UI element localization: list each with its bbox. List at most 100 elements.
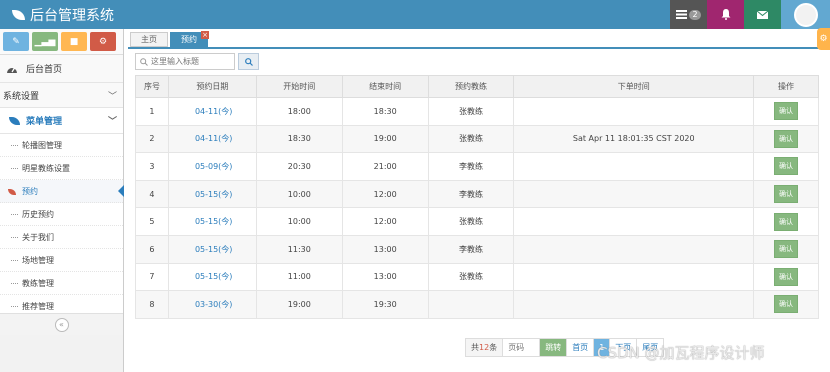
signal-shortcut-button[interactable]: ▁▃▅: [32, 32, 58, 51]
notifications-button[interactable]: [707, 0, 744, 29]
first-page-link[interactable]: 首页: [566, 338, 595, 357]
tab-underline: [128, 47, 830, 49]
cell-date-link[interactable]: 04-11(今): [167, 97, 257, 126]
user-menu[interactable]: [781, 0, 830, 29]
cogs-shortcut-button[interactable]: ⚙: [90, 32, 116, 51]
cell-end: 21:00: [341, 152, 429, 181]
users-shortcut-button[interactable]: ■: [61, 32, 87, 51]
search-input[interactable]: [151, 57, 231, 66]
close-icon[interactable]: ×: [201, 31, 209, 39]
sidebar-subitem[interactable]: 轮播图管理: [0, 134, 123, 157]
table-row: 6 05-15(今) 11:30 13:00 李教练 确认: [135, 234, 819, 264]
chevron-down-icon: ﹀: [107, 91, 117, 102]
cell-order-time: [513, 234, 755, 264]
cell-end: 12:00: [341, 179, 429, 209]
sidebar-subitem-label: 明星教练设置: [22, 163, 70, 173]
column-header[interactable]: 结束时间: [341, 75, 429, 98]
sidebar-item-home[interactable]: 后台首页: [0, 55, 123, 83]
sidebar-subitem-label: 预约: [22, 186, 38, 196]
tree-line: [11, 306, 18, 307]
sidebar-subitem-active[interactable]: 预约: [0, 180, 124, 203]
sidebar-subitem[interactable]: 场地管理: [0, 249, 123, 272]
cell-order-time: [513, 290, 755, 319]
cog-icon[interactable]: ⚙: [817, 28, 830, 50]
total-suffix: 条: [489, 343, 498, 352]
confirm-button[interactable]: 确认: [774, 102, 799, 121]
tree-line: [11, 168, 18, 169]
cell-start: 11:30: [255, 234, 343, 264]
cell-end: 13:00: [341, 234, 429, 264]
messages-button[interactable]: 2: [670, 0, 707, 29]
tab-home[interactable]: 主页: [130, 32, 168, 47]
cell-no: 5: [135, 207, 169, 236]
total-prefix: 共: [471, 343, 479, 352]
cell-start: 20:30: [255, 152, 343, 181]
tree-line: [11, 237, 18, 238]
confirm-button[interactable]: 确认: [774, 157, 799, 176]
cell-date-link[interactable]: 05-09(今): [167, 152, 257, 181]
tab-label: 预约: [181, 35, 197, 44]
go-button[interactable]: 跳转: [539, 338, 568, 357]
cell-coach: [427, 290, 515, 319]
cell-no: 7: [135, 262, 169, 292]
cell-start: 18:00: [255, 97, 343, 126]
table-row: 5 05-15(今) 10:00 12:00 张教练 确认: [135, 207, 819, 236]
sidebar-item-system-settings[interactable]: 系统设置 ﹀: [0, 83, 123, 108]
confirm-button[interactable]: 确认: [774, 267, 799, 286]
sidebar-subitem[interactable]: 教练管理: [0, 272, 123, 295]
cell-coach: 李教练: [427, 179, 515, 209]
sidebar-subitem[interactable]: 历史预约: [0, 203, 123, 226]
total-number: 12: [479, 343, 490, 352]
pencil-icon: ✎: [12, 36, 20, 47]
confirm-button[interactable]: 确认: [774, 240, 799, 259]
table-row: 1 04-11(今) 18:00 18:30 张教练 确认: [135, 97, 819, 126]
sidebar-subitem[interactable]: 明星教练设置: [0, 157, 123, 180]
cell-date-link[interactable]: 05-15(今): [167, 262, 257, 292]
cell-order-time: [513, 207, 755, 236]
column-header[interactable]: 序号: [135, 75, 169, 98]
cell-date-link[interactable]: 04-11(今): [167, 124, 257, 154]
column-header[interactable]: 下单时间: [513, 75, 755, 98]
bell-icon: [721, 9, 730, 20]
confirm-button[interactable]: 确认: [774, 185, 799, 204]
confirm-button[interactable]: 确认: [774, 295, 799, 314]
sidebar-subitem-label: 轮播图管理: [22, 140, 62, 150]
cell-coach: 李教练: [427, 152, 515, 181]
brand[interactable]: 后台管理系统: [12, 5, 114, 25]
cell-end: 18:30: [341, 97, 429, 126]
cell-date-link[interactable]: 05-15(今): [167, 179, 257, 209]
column-header[interactable]: 开始时间: [255, 75, 343, 98]
cell-action: 确认: [753, 97, 819, 126]
top-navbar: 后台管理系统 2: [0, 0, 830, 29]
confirm-button[interactable]: 确认: [774, 129, 799, 148]
tab-bar: 主页 预约 ×: [130, 31, 209, 47]
column-header[interactable]: 预约教练: [427, 75, 515, 98]
cell-order-time: [513, 262, 755, 292]
double-chevron-left-icon[interactable]: «: [54, 317, 69, 332]
message-count-badge: 2: [689, 9, 701, 20]
sidebar-subitem-label: 关于我们: [22, 232, 54, 242]
search-icon: [140, 57, 148, 66]
sidebar-item-label: 菜单管理: [26, 117, 63, 127]
sidebar-subitem-label: 教练管理: [22, 278, 54, 288]
mail-button[interactable]: [744, 0, 781, 29]
leaf-icon: [8, 189, 16, 195]
sidebar-collapse-bar: «: [0, 313, 123, 335]
sidebar-item-menu-management[interactable]: 菜单管理 ﹀: [0, 108, 123, 134]
tachometer-icon: [7, 67, 17, 73]
cell-date-link[interactable]: 03-30(今): [167, 290, 257, 319]
pencil-shortcut-button[interactable]: ✎: [3, 32, 29, 51]
cell-date-link[interactable]: 05-15(今): [167, 207, 257, 236]
envelope-icon: [757, 10, 768, 19]
sidebar-subitem[interactable]: 关于我们: [0, 226, 123, 249]
cell-start: 10:00: [255, 207, 343, 236]
tab-booking[interactable]: 预约 ×: [170, 31, 209, 47]
column-header[interactable]: 操作: [753, 75, 819, 98]
leaf-icon: [9, 116, 20, 125]
page-number-input[interactable]: [508, 343, 535, 352]
confirm-button[interactable]: 确认: [774, 212, 799, 231]
cell-date-link[interactable]: 05-15(今): [167, 234, 257, 264]
search-button[interactable]: [238, 53, 259, 70]
column-header[interactable]: 预约日期: [167, 75, 257, 98]
sidebar-item-label: 后台首页: [26, 65, 63, 75]
